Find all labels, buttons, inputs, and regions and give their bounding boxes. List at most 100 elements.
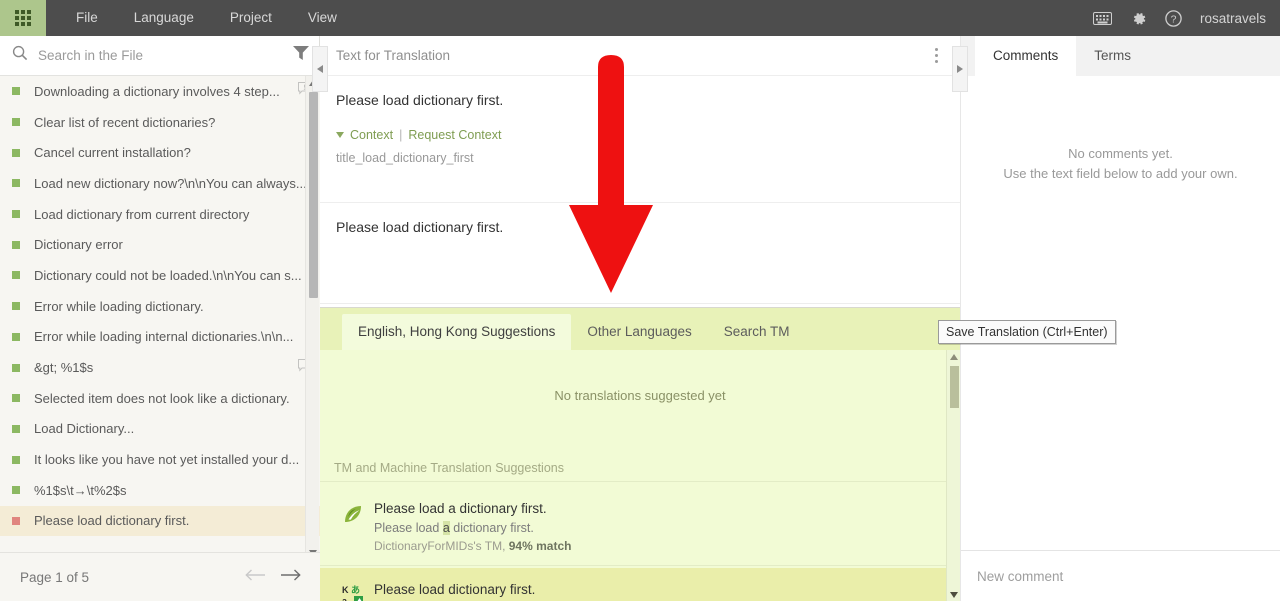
collapse-right-button[interactable] xyxy=(952,46,968,92)
page-indicator: Page 1 of 5 xyxy=(20,569,90,585)
list-item[interactable]: Clear list of recent dictionaries? xyxy=(0,107,320,138)
status-indicator xyxy=(12,302,20,311)
tm-meta: DictionaryForMIDs's TM, 94% match xyxy=(374,539,571,553)
tm-suggestion-content: Please load a dictionary first. Please l… xyxy=(374,501,571,553)
tm-leaf-icon xyxy=(342,501,374,553)
context-toggle-link[interactable]: Context xyxy=(350,128,393,142)
svg-text:a: a xyxy=(342,596,348,601)
tab-language-suggestions[interactable]: English, Hong Kong Suggestions xyxy=(342,314,572,350)
tab-search-tm[interactable]: Search TM xyxy=(708,314,806,350)
status-indicator xyxy=(12,424,20,433)
list-item-label: It looks like you have not yet installed… xyxy=(34,452,300,468)
triangle-down-icon[interactable] xyxy=(336,132,344,138)
strings-sidebar: Downloading a dictionary involves 4 step… xyxy=(0,36,320,601)
suggestions-scrollbar[interactable] xyxy=(946,350,960,601)
list-item[interactable]: It looks like you have not yet installed… xyxy=(0,444,320,475)
tm-suggestion-content: Please load dictionary first. Microsoft … xyxy=(374,582,535,601)
context-row: Context | Request Context xyxy=(336,128,944,142)
list-item[interactable]: Load Dictionary... xyxy=(0,414,320,445)
suggestions-panel: English, Hong Kong Suggestions Other Lan… xyxy=(320,307,960,601)
comments-empty-line-2: Use the text field below to add your own… xyxy=(1003,166,1238,181)
tab-comments[interactable]: Comments xyxy=(975,36,1077,76)
tm-suggestion-row[interactable]: Kあa Please load dictionary first. Micros… xyxy=(320,568,960,601)
tab-other-languages[interactable]: Other Languages xyxy=(571,314,707,350)
list-item-label: Please load dictionary first. xyxy=(34,513,190,529)
list-item[interactable]: Downloading a dictionary involves 4 step… xyxy=(0,76,320,107)
status-indicator xyxy=(12,516,20,525)
svg-text:あ: あ xyxy=(351,585,360,595)
tm-source-prefix: Please load xyxy=(374,521,443,535)
list-item-label: Clear list of recent dictionaries? xyxy=(34,114,216,130)
list-item[interactable]: Selected item does not look like a dicti… xyxy=(0,383,320,414)
comments-panel: Comments Terms No comments yet. Use the … xyxy=(960,36,1280,601)
source-panel: Please load dictionary first. Context | … xyxy=(320,76,960,203)
apps-grid-button[interactable] xyxy=(0,0,46,36)
menu-item-view[interactable]: View xyxy=(290,0,355,36)
microsoft-translator-icon: Kあa xyxy=(342,582,374,601)
save-tooltip: Save Translation (Ctrl+Enter) xyxy=(938,320,1116,344)
tm-target-text: Please load dictionary first. xyxy=(374,582,536,597)
list-item[interactable]: Error while loading internal dictionarie… xyxy=(0,322,320,353)
collapse-left-button[interactable] xyxy=(312,46,328,92)
sidebar-scrollbar[interactable] xyxy=(305,76,319,560)
source-text: Please load dictionary first. xyxy=(336,92,504,108)
target-panel[interactable]: Please load dictionary first. xyxy=(320,203,960,303)
list-item[interactable]: Error while loading dictionary. xyxy=(0,291,320,322)
list-item-label: %1$s\t→\t%2$s xyxy=(34,482,127,498)
menu-item-language[interactable]: Language xyxy=(116,0,212,36)
kebab-menu-icon[interactable] xyxy=(929,42,944,69)
tab-terms[interactable]: Terms xyxy=(1076,36,1149,76)
status-indicator xyxy=(12,486,20,495)
search-input[interactable] xyxy=(38,48,293,63)
menu-item-project[interactable]: Project xyxy=(212,0,290,36)
scrollbar-thumb[interactable] xyxy=(950,366,959,408)
menu-item-file[interactable]: File xyxy=(58,0,116,36)
list-item[interactable]: %1$s\t→\t%2$s xyxy=(0,475,320,506)
tm-section-header: TM and Machine Translation Suggestions xyxy=(320,455,960,482)
comments-empty-line-1: No comments yet. xyxy=(1068,146,1173,161)
target-text-input[interactable]: Please load dictionary first. xyxy=(336,217,944,237)
username-label[interactable]: rosatravels xyxy=(1200,11,1266,26)
no-suggestions-message: No translations suggested yet xyxy=(554,388,726,403)
tm-suggestion-row[interactable]: Please load a dictionary first. Please l… xyxy=(320,487,960,566)
new-comment-input[interactable] xyxy=(977,568,1264,584)
search-bar xyxy=(0,36,319,76)
top-bar-actions: ? rosatravels xyxy=(1092,9,1280,27)
status-indicator xyxy=(12,148,20,157)
grid-apps-icon xyxy=(15,10,31,26)
list-item-label: Error while loading dictionary. xyxy=(34,298,204,314)
next-page-button[interactable] xyxy=(280,568,302,587)
keyboard-icon[interactable] xyxy=(1092,11,1112,25)
request-context-link[interactable]: Request Context xyxy=(408,128,501,142)
status-indicator xyxy=(12,394,20,403)
scroll-up-icon[interactable] xyxy=(947,350,960,364)
list-item[interactable]: Cancel current installation? xyxy=(0,137,320,168)
main-menu: File Language Project View xyxy=(58,0,355,36)
status-indicator xyxy=(12,118,20,127)
list-item-label: Load new dictionary now?\n\nYou can alwa… xyxy=(34,175,307,191)
string-list[interactable]: Downloading a dictionary involves 4 step… xyxy=(0,76,320,560)
help-icon[interactable]: ? xyxy=(1165,9,1182,27)
list-item-label: Dictionary error xyxy=(34,237,123,253)
tm-source-suffix: dictionary first. xyxy=(449,521,534,535)
scrollbar-thumb[interactable] xyxy=(309,92,318,298)
scroll-down-icon[interactable] xyxy=(947,588,961,601)
list-item-selected[interactable]: Please load dictionary first. xyxy=(0,505,320,537)
list-item[interactable]: Load new dictionary now?\n\nYou can alwa… xyxy=(0,168,320,199)
tm-target-text: Please load a dictionary first. xyxy=(374,501,547,516)
prev-page-button[interactable] xyxy=(244,568,266,587)
chevron-left-icon xyxy=(317,60,323,78)
filter-icon[interactable] xyxy=(293,46,309,65)
comments-empty-state: No comments yet. Use the text field belo… xyxy=(961,76,1280,184)
context-separator: | xyxy=(399,128,403,142)
status-indicator xyxy=(12,240,20,249)
list-item[interactable]: Dictionary error xyxy=(0,229,320,260)
list-item[interactable]: Load dictionary from current directory xyxy=(0,199,320,230)
suggestions-body: No translations suggested yet TM and Mac… xyxy=(320,350,960,601)
pagination-controls xyxy=(244,568,302,587)
pagination-bar: Page 1 of 5 xyxy=(0,552,320,601)
gear-icon[interactable] xyxy=(1130,10,1147,27)
list-item[interactable]: Dictionary could not be loaded.\n\nYou c… xyxy=(0,260,320,291)
tm-meta-source: DictionaryForMIDs's TM, xyxy=(374,539,509,553)
list-item[interactable]: &gt; %1$s xyxy=(0,352,320,383)
